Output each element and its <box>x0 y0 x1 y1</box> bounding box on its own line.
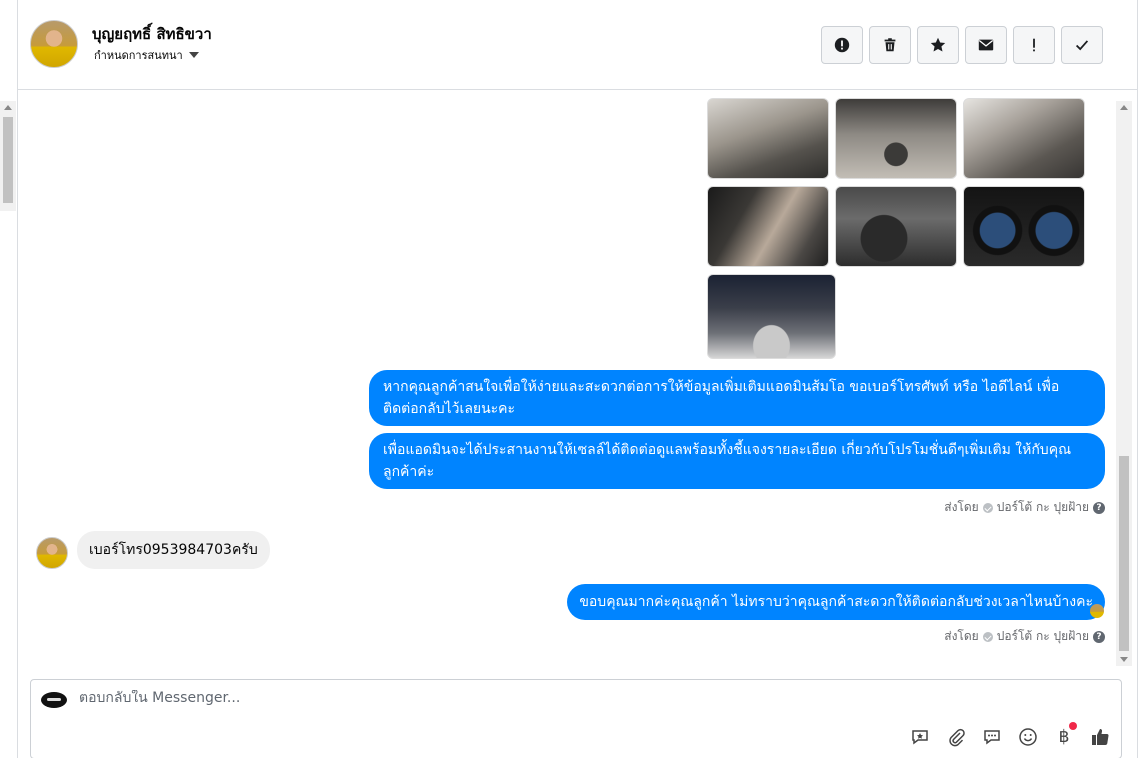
scroll-thumb[interactable] <box>3 117 13 203</box>
attachment-icon <box>949 728 965 747</box>
contact-name[interactable]: บุญยฤทธิ์ สิทธิขวา <box>92 22 212 46</box>
notification-dot <box>1069 722 1077 730</box>
reply-input[interactable] <box>79 690 879 706</box>
conversation-header: บุญยฤทธิ์ สิทธิขวา กำหนดการสนทนา <box>18 0 1137 90</box>
like-button[interactable] <box>1089 726 1111 748</box>
car-photo[interactable] <box>963 186 1085 267</box>
caret-down-icon <box>188 52 199 58</box>
scroll-up-arrow[interactable] <box>1120 105 1128 110</box>
star-icon <box>930 37 946 52</box>
car-photo[interactable] <box>963 98 1085 179</box>
help-icon[interactable]: ? <box>1093 501 1105 514</box>
conversation-settings-dropdown[interactable]: กำหนดการสนทนา <box>94 46 199 64</box>
emoji-icon <box>1019 728 1037 746</box>
envelope-icon <box>978 39 994 51</box>
thread-scrollbar[interactable] <box>1116 101 1132 666</box>
important-button[interactable] <box>1013 26 1055 64</box>
saved-reply-button[interactable] <box>909 726 931 748</box>
message-bubble-outgoing[interactable]: หากคุณลูกค้าสนใจเพื่อให้ง่ายและสะดวกต่อก… <box>369 370 1105 426</box>
composer-tools: ฿ <box>909 722 1111 748</box>
exclamation-icon <box>1033 38 1035 52</box>
sent-by-name: ปอร์โต้ กะ ปุยฝ้าย <box>996 629 1089 643</box>
scroll-thumb[interactable] <box>1119 456 1129 651</box>
message-text: เบอร์โทร0953984703ครับ <box>89 542 258 558</box>
scroll-up-arrow[interactable] <box>4 105 12 110</box>
car-photo[interactable] <box>835 186 957 267</box>
message-bubble-outgoing[interactable]: ขอบคุณมากค่ะคุณลูกค้า ไม่ทราบว่าคุณลูกค้… <box>567 584 1105 620</box>
car-photo[interactable] <box>835 98 957 179</box>
message-bubble-outgoing[interactable]: เพื่อแอดมินจะได้ประสานงานให้เซลล์ได้ติดต… <box>369 433 1105 489</box>
conversation-settings-label: กำหนดการสนทนา <box>94 49 183 62</box>
help-icon[interactable]: ? <box>1093 630 1105 643</box>
message-text: ขอบคุณมากค่ะคุณลูกค้า ไม่ทราบว่าคุณลูกค้… <box>579 594 1093 610</box>
attachment-button[interactable] <box>945 726 967 748</box>
trash-icon <box>884 38 896 52</box>
header-actions <box>821 26 1103 64</box>
message-bubble-incoming[interactable]: เบอร์โทร0953984703ครับ <box>77 531 270 569</box>
car-photo[interactable] <box>707 186 829 267</box>
sent-by-label: ส่งโดย <box>944 629 979 643</box>
check-icon <box>1075 40 1089 51</box>
message-text: หากคุณลูกค้าสนใจเพื่อให้ง่ายและสะดวกต่อก… <box>383 379 1060 417</box>
reply-composer: ฿ <box>30 679 1122 758</box>
chat-bubble-icon <box>984 730 1000 745</box>
car-photo[interactable] <box>707 98 829 179</box>
sent-check-icon <box>982 631 993 642</box>
sent-by-label: ส่งโดย <box>944 500 979 514</box>
emoji-button[interactable] <box>1017 726 1039 748</box>
saved-reply-icon <box>912 730 928 745</box>
alert-circle-icon <box>834 37 850 53</box>
delete-button[interactable] <box>869 26 911 64</box>
scroll-down-arrow[interactable] <box>1120 657 1128 662</box>
sent-by-info: ส่งโดย ปอร์โต้ กะ ปุยฝ้าย ? <box>944 627 1105 646</box>
seen-avatar <box>1090 604 1104 618</box>
page-logo <box>41 692 67 708</box>
mark-unread-button[interactable] <box>965 26 1007 64</box>
chat-bubble-button[interactable] <box>981 726 1003 748</box>
left-scrollbar[interactable] <box>0 101 16 211</box>
message-text: เพื่อแอดมินจะได้ประสานงานให้เซลล์ได้ติดต… <box>383 442 1072 480</box>
customer-avatar[interactable] <box>36 537 68 569</box>
sent-check-icon <box>982 502 993 513</box>
car-photo[interactable] <box>707 274 836 359</box>
contact-avatar[interactable] <box>30 20 78 68</box>
star-button[interactable] <box>917 26 959 64</box>
conversation-panel: บุญยฤทธิ์ สิทธิขวา กำหนดการสนทนา หากคุณล… <box>17 0 1138 758</box>
thumbs-up-icon <box>1092 729 1109 746</box>
message-thread[interactable]: หากคุณลูกค้าสนใจเพื่อให้ง่ายและสะดวกต่อก… <box>18 91 1118 666</box>
payment-button[interactable]: ฿ <box>1053 722 1077 748</box>
sent-by-name: ปอร์โต้ กะ ปุยฝ้าย <box>996 500 1089 514</box>
baht-payment-icon: ฿ <box>1058 727 1070 747</box>
done-button[interactable] <box>1061 26 1103 64</box>
report-button[interactable] <box>821 26 863 64</box>
sent-by-info: ส่งโดย ปอร์โต้ กะ ปุยฝ้าย ? <box>944 498 1105 517</box>
